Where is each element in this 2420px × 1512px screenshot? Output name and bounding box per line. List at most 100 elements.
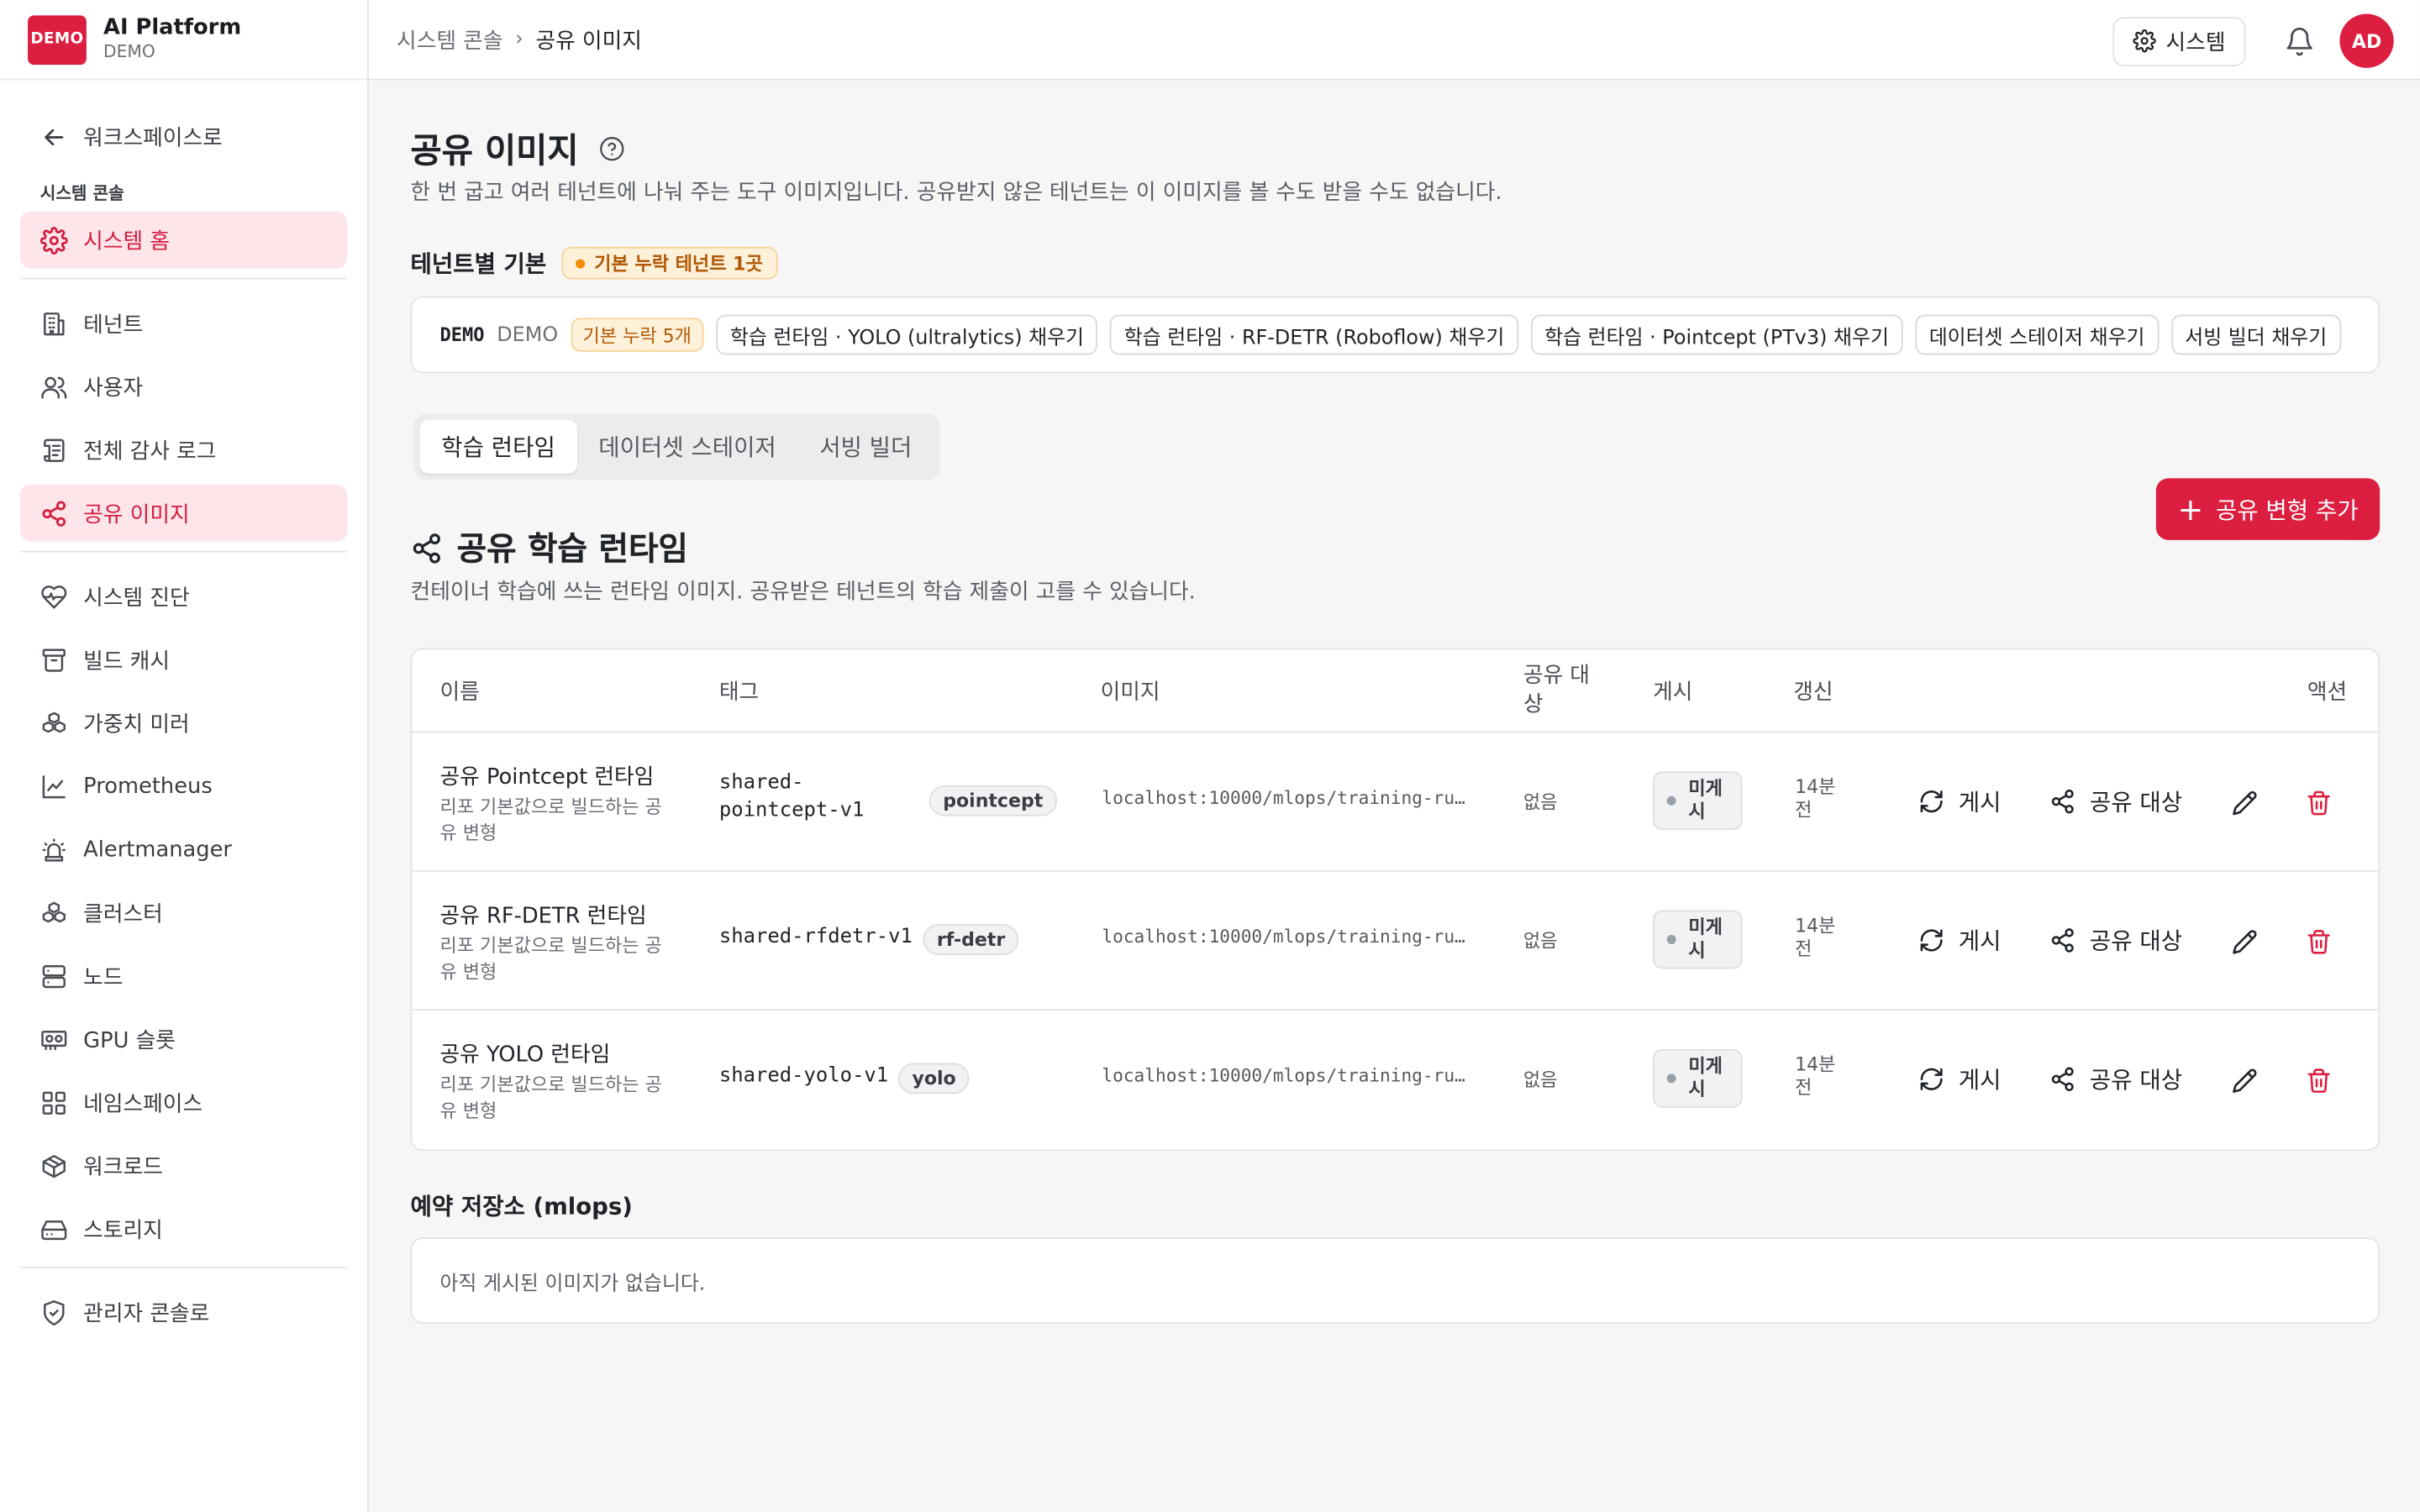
sidebar-back-workspace[interactable]: 워크스페이스로 — [20, 108, 347, 165]
th-publish: 게시 — [1653, 680, 1693, 706]
page-title-text: 공유 이미지 — [410, 132, 579, 171]
runtime-table: 이름 태그 이미지 공유 대 상 게시 갱신 액션 공유 Pointcept 런… — [410, 648, 2381, 1152]
tab-dataset-stager[interactable]: 데이터셋 스테이저 — [577, 420, 798, 474]
sidebar-item-clusters[interactable]: 클러스터 — [20, 884, 347, 941]
row-publish-status: 미게 시 — [1653, 1048, 1743, 1108]
th-image: 이미지 — [1100, 680, 1160, 706]
fill-dataset-stager-button[interactable]: 데이터셋 스테이저 채우기 — [1915, 314, 2160, 355]
sidebar-item-namespaces[interactable]: 네임스페이스 — [20, 1074, 347, 1131]
share-target-button[interactable]: 공유 대상 — [2049, 924, 2182, 957]
edit-button[interactable] — [2228, 1064, 2260, 1095]
fill-yolo-button[interactable]: 학습 런타임 · YOLO (ultralytics) 채우기 — [716, 314, 1098, 355]
arrow-left-icon — [39, 122, 68, 151]
add-shared-variant-button[interactable]: + 공유 변형 추가 — [2155, 478, 2381, 540]
sidebar-item-build-cache[interactable]: 빌드 캐시 — [20, 631, 347, 688]
page-title: 공유 이미지 — [411, 123, 625, 173]
trash-icon — [2307, 929, 2329, 953]
fill-pointcept-button[interactable]: 학습 런타임 · Pointcept (PTv3) 채우기 — [1530, 314, 1903, 355]
harddrive-icon — [39, 1214, 68, 1243]
line-chart-icon — [39, 771, 68, 801]
row-tag-badge: pointcept — [929, 785, 1057, 816]
row-name: 공유 RF-DETR 런타임 — [439, 904, 647, 929]
row-publish-status: 미게 시 — [1653, 910, 1743, 969]
sidebar-item-label: Prometheus — [83, 774, 213, 799]
table-header: 이름 태그 이미지 공유 대 상 게시 갱신 액션 — [412, 649, 2379, 733]
tenant-defaults-card: DEMO DEMO 기본 누락 5개 학습 런타임 · YOLO (ultral… — [410, 296, 2381, 374]
fill-rfdetr-button[interactable]: 학습 런타임 · RF-DETR (Roboflow) 채우기 — [1110, 314, 1518, 355]
row-tag-line2: pointcept-v1 — [718, 799, 865, 822]
sidebar-item-label: 워크로드 — [83, 1154, 163, 1180]
tab-training-runtime[interactable]: 학습 런타임 — [419, 419, 577, 474]
th-share-target: 공유 대 상 — [1523, 649, 1590, 732]
row-updated-line2: 전 — [1795, 799, 1812, 822]
share-target-button[interactable]: 공유 대상 — [2049, 785, 2182, 818]
share-target-label: 공유 대상 — [2089, 788, 2183, 816]
publish-button[interactable]: 게시 — [1918, 785, 2001, 818]
publish-button[interactable]: 게시 — [1918, 924, 2001, 957]
row-tag-badge: rf-detr — [923, 924, 1019, 955]
avatar[interactable]: AD — [2339, 13, 2394, 68]
th-share-line2: 상 — [1523, 692, 1544, 718]
refresh-icon — [1920, 1068, 1943, 1090]
delete-button[interactable] — [2302, 787, 2333, 818]
sidebar-item-label: 스토리지 — [83, 1218, 163, 1243]
sidebar-item-label: 클러스터 — [83, 901, 163, 927]
server-icon — [39, 961, 68, 990]
row-publish-line1: 미게 — [1688, 1055, 1723, 1078]
th-share-line1: 공유 대 — [1523, 663, 1590, 689]
package-icon — [39, 1151, 68, 1180]
sidebar: DEMO AI Platform DEMO 워크스페이스로 시스템 콘솔 시스템… — [0, 0, 369, 1512]
bell-icon[interactable] — [2284, 25, 2315, 56]
table-row: 공유 YOLO 런타임 리포 기본값으로 빌드하는 공유 변형 shared-y… — [412, 1011, 2378, 1149]
missing-defaults-text: 기본 누락 테넌트 1곳 — [594, 253, 763, 275]
sidebar-item-prometheus[interactable]: Prometheus — [20, 758, 347, 815]
edit-button[interactable] — [2228, 787, 2260, 818]
sidebar-item-tenants[interactable]: 테넌트 — [20, 295, 347, 352]
share-icon — [2051, 789, 2074, 814]
app-root: DEMO AI Platform DEMO 워크스페이스로 시스템 콘솔 시스템… — [0, 0, 2420, 1512]
edit-button[interactable] — [2228, 926, 2260, 957]
shield-check-icon — [39, 1298, 68, 1327]
sidebar-item-label: 빌드 캐시 — [83, 648, 171, 674]
sidebar-item-diagnostics[interactable]: 시스템 진단 — [20, 568, 347, 625]
tab-serving-builder[interactable]: 서빙 빌더 — [797, 420, 934, 474]
row-publish-line2: 시 — [1688, 1078, 1706, 1100]
sidebar-item-gpu-slots[interactable]: GPU 슬롯 — [20, 1011, 347, 1068]
fill-serving-builder-button[interactable]: 서빙 빌더 채우기 — [2170, 314, 2341, 355]
sidebar-item-admin-console[interactable]: 관리자 콘솔로 — [20, 1284, 347, 1341]
sidebar-item-weight-mirror[interactable]: 가중치 미러 — [20, 695, 347, 752]
row-subtitle: 리포 기본값으로 빌드하는 공유 변형 — [439, 795, 662, 844]
sidebar-item-label: 전체 감사 로그 — [83, 438, 217, 464]
tenant-code: DEMO — [439, 323, 485, 346]
sidebar-item-shared-images[interactable]: 공유 이미지 — [19, 484, 348, 542]
table-row: 공유 RF-DETR 런타임 리포 기본값으로 빌드하는 공유 변형 share… — [412, 872, 2379, 1011]
sidebar-item-system-home[interactable]: 시스템 홈 — [19, 211, 348, 269]
runtime-heading: 공유 학습 런타임 — [411, 524, 688, 570]
sidebar-item-workloads[interactable]: 워크로드 — [20, 1137, 347, 1194]
refresh-icon — [1920, 790, 1943, 813]
share-target-button[interactable]: 공유 대상 — [2049, 1063, 2182, 1095]
publish-button[interactable]: 게시 — [1918, 1063, 2001, 1095]
row-updated: 14분 전 — [1795, 915, 1835, 961]
pencil-icon — [2232, 929, 2256, 953]
boxes-icon — [39, 708, 68, 738]
brand[interactable]: DEMO AI Platform DEMO — [0, 0, 368, 81]
sidebar-item-audit-log[interactable]: 전체 감사 로그 — [20, 421, 347, 478]
row-tag-line1: shared- — [718, 771, 804, 795]
sidebar-section-label: 시스템 콘솔 — [39, 183, 124, 204]
defaults-heading: 테넌트별 기본 기본 누락 테넌트 1곳 — [411, 246, 779, 280]
sidebar-item-users[interactable]: 사용자 — [20, 358, 347, 415]
image-type-tabs: 학습 런타임 데이터셋 스테이저 서빙 빌더 — [413, 413, 940, 480]
help-circle-icon[interactable] — [598, 135, 624, 161]
sidebar-item-storage[interactable]: 스토리지 — [20, 1200, 347, 1257]
sidebar-item-alertmanager[interactable]: Alertmanager — [20, 821, 347, 878]
share-icon — [39, 498, 68, 528]
th-tag: 태그 — [718, 680, 760, 706]
delete-button[interactable] — [2302, 926, 2333, 957]
brand-name: AI Platform — [103, 16, 242, 41]
system-button[interactable]: 시스템 — [2113, 16, 2246, 66]
breadcrumb-system-console[interactable]: 시스템 콘솔 — [397, 24, 502, 55]
row-subtitle: 리포 기본값으로 빌드하는 공유 변형 — [439, 1074, 662, 1122]
delete-button[interactable] — [2302, 1064, 2333, 1095]
sidebar-item-nodes[interactable]: 노드 — [20, 948, 347, 1005]
